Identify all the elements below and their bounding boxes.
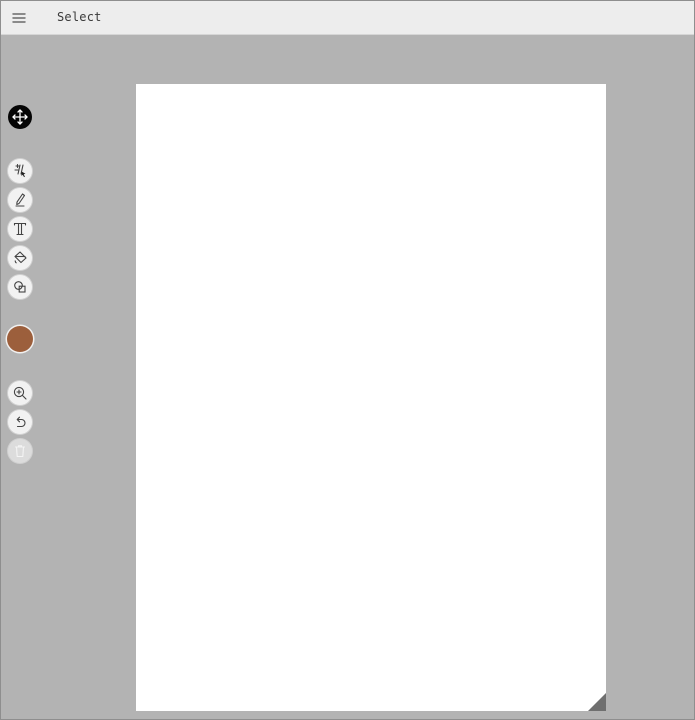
select-tool-button[interactable] <box>8 159 32 183</box>
drawing-page[interactable] <box>136 84 606 711</box>
app-window: Select <box>0 0 695 720</box>
delete-button[interactable] <box>8 439 32 463</box>
pen-tool-button[interactable] <box>8 188 32 212</box>
hamburger-menu-icon <box>12 13 26 23</box>
pen-icon <box>15 193 26 207</box>
shapes-icon <box>14 281 26 293</box>
move-arrows-icon <box>12 109 28 125</box>
fill-tool-button[interactable] <box>8 246 32 270</box>
move-tool-button[interactable] <box>8 105 32 129</box>
shapes-tool-button[interactable] <box>8 275 32 299</box>
undo-button[interactable] <box>8 410 32 434</box>
zoom-in-icon <box>13 386 27 400</box>
text-tool-button[interactable] <box>8 217 32 241</box>
top-bar: Select <box>1 1 694 35</box>
zoom-button[interactable] <box>8 381 32 405</box>
undo-icon <box>16 416 26 428</box>
page-resize-handle[interactable] <box>588 693 606 711</box>
hamburger-menu-button[interactable] <box>9 8 29 28</box>
text-icon <box>13 222 27 236</box>
trash-icon <box>14 445 26 458</box>
paint-bucket-icon <box>14 251 27 264</box>
color-picker-swatch[interactable] <box>7 326 33 352</box>
current-mode-label: Select <box>57 10 102 24</box>
select-pointer-icon <box>14 163 26 178</box>
